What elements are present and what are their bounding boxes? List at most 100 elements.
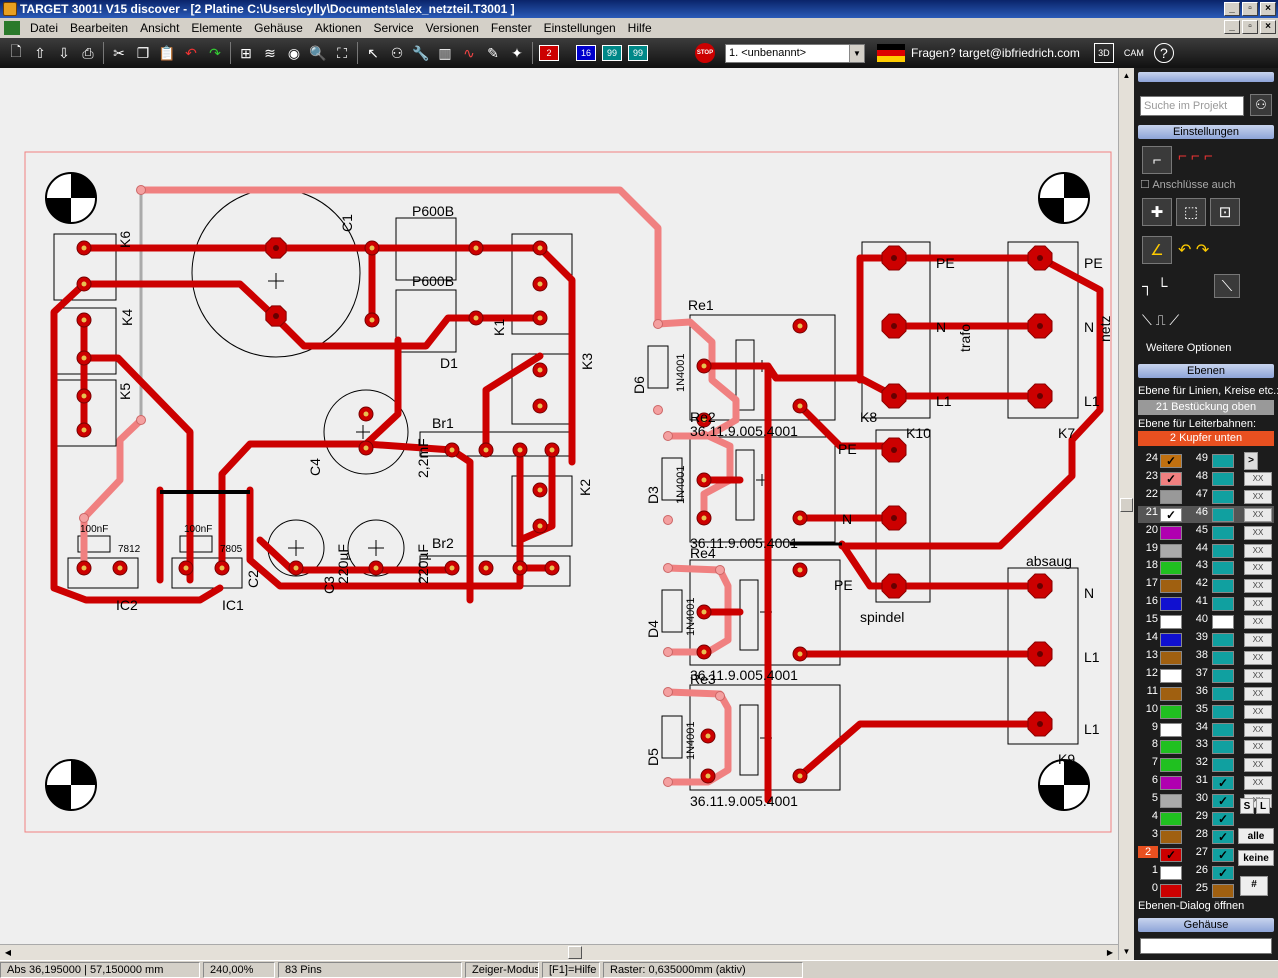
- layer-row[interactable]: 13 38 XX: [1138, 649, 1274, 666]
- menu-datei[interactable]: Datei: [24, 21, 64, 35]
- layer-visibility-toggle[interactable]: [1160, 686, 1182, 701]
- corner-tools-icon[interactable]: ┐ └: [1142, 278, 1167, 295]
- layer-visibility-toggle[interactable]: [1160, 633, 1182, 647]
- cut-icon[interactable]: ✂: [109, 43, 129, 63]
- layer-pattern-icon[interactable]: XX: [1244, 507, 1272, 522]
- arc-tools-icon[interactable]: ↶ ↷: [1178, 240, 1209, 260]
- layer-visibility-toggle[interactable]: [1212, 668, 1234, 683]
- eye-icon[interactable]: ◉: [284, 43, 304, 63]
- layer-visibility-toggle[interactable]: ✓: [1160, 471, 1182, 486]
- scroll-right-arrow-icon[interactable]: ▶: [1103, 946, 1117, 959]
- export-icon[interactable]: ⇩: [54, 43, 74, 63]
- layer-visibility-toggle[interactable]: [1212, 633, 1234, 647]
- layer-visibility-toggle[interactable]: [1160, 579, 1182, 594]
- horizontal-scrollbar[interactable]: ◀ ▶: [0, 944, 1118, 960]
- layer-pattern-icon[interactable]: XX: [1244, 561, 1272, 576]
- doc-close-button[interactable]: ×: [1260, 20, 1276, 34]
- document-icon[interactable]: [4, 21, 20, 35]
- layer-row[interactable]: 11 36 XX: [1138, 685, 1274, 702]
- layer-pattern-icon[interactable]: XX: [1244, 633, 1272, 647]
- help-email[interactable]: Fragen? target@ibfriedrich.com: [911, 46, 1080, 60]
- layer-visibility-toggle[interactable]: ✓: [1160, 507, 1182, 522]
- layer-visibility-toggle[interactable]: [1212, 615, 1234, 630]
- help-icon[interactable]: ?: [1153, 43, 1174, 63]
- print-icon[interactable]: ⎙: [78, 43, 98, 63]
- menu-ansicht[interactable]: Ansicht: [134, 21, 185, 35]
- layer-pattern-icon[interactable]: XX: [1244, 615, 1272, 630]
- pointer-icon[interactable]: ↖: [363, 43, 383, 63]
- layer-visibility-toggle[interactable]: [1160, 794, 1182, 809]
- close-button[interactable]: ×: [1260, 2, 1276, 16]
- menu-hilfe[interactable]: Hilfe: [622, 21, 658, 35]
- component-place-icon[interactable]: ▥: [435, 43, 455, 63]
- layer-row[interactable]: 10 35 XX: [1138, 703, 1274, 720]
- layer-pattern-icon[interactable]: XX: [1244, 722, 1272, 737]
- layer-visibility-toggle[interactable]: ✓: [1212, 847, 1234, 862]
- settings-header[interactable]: Einstellungen: [1138, 125, 1274, 139]
- btn-all[interactable]: alle: [1238, 828, 1274, 844]
- layer-row[interactable]: 18 43 XX: [1138, 559, 1274, 576]
- layer-visibility-toggle[interactable]: [1212, 740, 1234, 755]
- layer-row[interactable]: 21 ✓ 46 XX: [1138, 505, 1274, 523]
- pins-also-checkbox[interactable]: ☐ Anschlüsse auch: [1140, 178, 1235, 191]
- layer-visibility-toggle[interactable]: [1160, 525, 1182, 540]
- btn-none[interactable]: keine: [1238, 850, 1274, 866]
- btn-s[interactable]: S: [1240, 798, 1254, 814]
- layer-visibility-toggle[interactable]: [1212, 650, 1234, 665]
- track-angle-1-icon[interactable]: ⌐: [1142, 146, 1172, 174]
- layer-row[interactable]: 19 44 XX: [1138, 542, 1274, 559]
- layer-row[interactable]: 14 39 XX: [1138, 631, 1274, 648]
- layer-visibility-toggle[interactable]: [1160, 812, 1182, 826]
- stop-button[interactable]: STOP: [695, 43, 715, 63]
- page-icon[interactable]: ⊞: [236, 43, 256, 63]
- layer-visibility-toggle[interactable]: [1160, 597, 1182, 612]
- layer-row[interactable]: 17 42 XX: [1138, 577, 1274, 594]
- layer-visibility-toggle[interactable]: [1160, 704, 1182, 719]
- zoom-fit-icon[interactable]: ⛶: [332, 43, 352, 63]
- layer-pattern-icon[interactable]: XX: [1244, 543, 1272, 558]
- layer-visibility-toggle[interactable]: [1160, 776, 1182, 791]
- doc-minimize-button[interactable]: _: [1224, 20, 1240, 34]
- housing-header[interactable]: Gehäuse: [1138, 918, 1274, 932]
- expand-button[interactable]: >: [1244, 452, 1258, 470]
- layer-visibility-toggle[interactable]: [1160, 883, 1182, 898]
- layer-visibility-toggle[interactable]: [1160, 758, 1182, 773]
- layer-visibility-toggle[interactable]: [1160, 561, 1182, 576]
- combo-arrow-icon[interactable]: ▼: [849, 44, 864, 62]
- scroll-down-arrow-icon[interactable]: ▼: [1120, 945, 1133, 959]
- layer-visibility-toggle[interactable]: [1160, 668, 1182, 683]
- hscroll-thumb[interactable]: [568, 946, 582, 959]
- layers-icon[interactable]: ≋: [260, 43, 280, 63]
- layer-99b-button[interactable]: 99: [628, 45, 648, 61]
- menu-einstellungen[interactable]: Einstellungen: [538, 21, 622, 35]
- layer-row[interactable]: 20 45 XX: [1138, 524, 1274, 541]
- layer-visibility-toggle[interactable]: ✓: [1212, 794, 1234, 809]
- undo-icon[interactable]: ↶: [181, 43, 201, 63]
- layer-row[interactable]: 8 33 XX: [1138, 738, 1274, 755]
- select-tool-icon[interactable]: ⬚: [1176, 198, 1206, 226]
- cam-button[interactable]: CAM: [1124, 43, 1144, 63]
- layer-99a-button[interactable]: 99: [602, 45, 622, 61]
- minimize-button[interactable]: _: [1224, 2, 1240, 16]
- layer-pattern-icon[interactable]: XX: [1244, 650, 1272, 665]
- menu-service[interactable]: Service: [368, 21, 420, 35]
- layer-row[interactable]: 15 40 XX: [1138, 613, 1274, 630]
- layer-row[interactable]: 16 41 XX: [1138, 595, 1274, 612]
- layer-visibility-toggle[interactable]: [1160, 865, 1182, 880]
- layer-pattern-icon[interactable]: XX: [1244, 668, 1272, 683]
- layer-visibility-toggle[interactable]: [1160, 489, 1182, 504]
- route-shape-tools-icon[interactable]: ⟍ ⎍ ⟋: [1142, 312, 1179, 329]
- pcb-drawing[interactable]: C1 P600B P600B D1 K6 K4 K5 K1 K3 Br1 C4 2,2mF K2 Br2 C…: [0, 68, 1118, 944]
- layer-pattern-icon[interactable]: XX: [1244, 471, 1272, 486]
- layer-visibility-toggle[interactable]: ✓: [1212, 829, 1234, 844]
- menu-elemente[interactable]: Elemente: [185, 21, 248, 35]
- layer-visibility-toggle[interactable]: [1160, 740, 1182, 755]
- layer-pattern-icon[interactable]: XX: [1244, 704, 1272, 719]
- new-file-icon[interactable]: 🗋: [6, 43, 26, 63]
- layers-header[interactable]: Ebenen: [1138, 364, 1274, 378]
- layer-row[interactable]: 7 32 XX: [1138, 756, 1274, 773]
- diagonal-tool-icon[interactable]: ⟍: [1214, 274, 1240, 298]
- layer-16-button[interactable]: 16: [576, 45, 596, 61]
- doc-restore-button[interactable]: ▫: [1242, 20, 1258, 34]
- btn-l[interactable]: L: [1256, 798, 1270, 814]
